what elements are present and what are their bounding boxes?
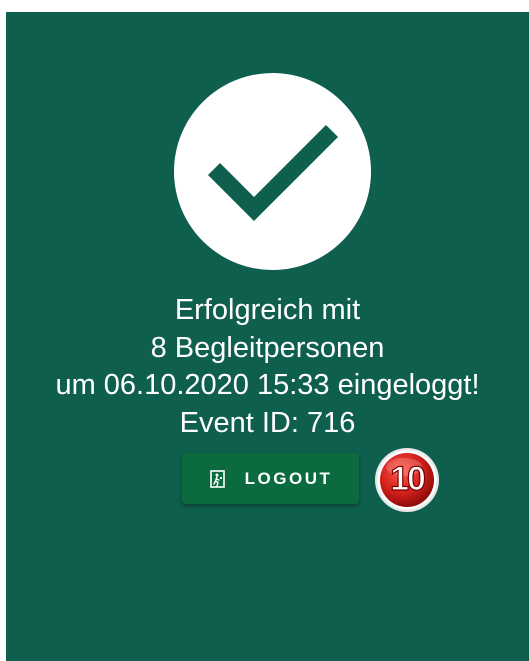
badge-count: 10 (389, 459, 426, 498)
exit-door-icon (209, 469, 227, 488)
success-checkmark-icon (174, 73, 371, 270)
message-line-event-id: Event ID: 716 (179, 406, 356, 439)
app-screen: Erfolgreich mit 8 Begleitpersonen um 06.… (6, 12, 529, 661)
login-success-message: Erfolgreich mit 8 Begleitpersonen um 06.… (6, 292, 529, 442)
checkmark-icon (207, 124, 339, 222)
counter-badge: 10 (374, 447, 440, 513)
message-line-timestamp: um 06.10.2020 15:33 eingeloggt! (55, 369, 480, 401)
message-line-companions: 8 Begleitpersonen (150, 331, 385, 364)
message-line-success: Erfolgreich mit (174, 294, 361, 326)
logout-button-label: LOGOUT (244, 468, 333, 488)
logout-button[interactable]: LOGOUT (182, 453, 359, 504)
